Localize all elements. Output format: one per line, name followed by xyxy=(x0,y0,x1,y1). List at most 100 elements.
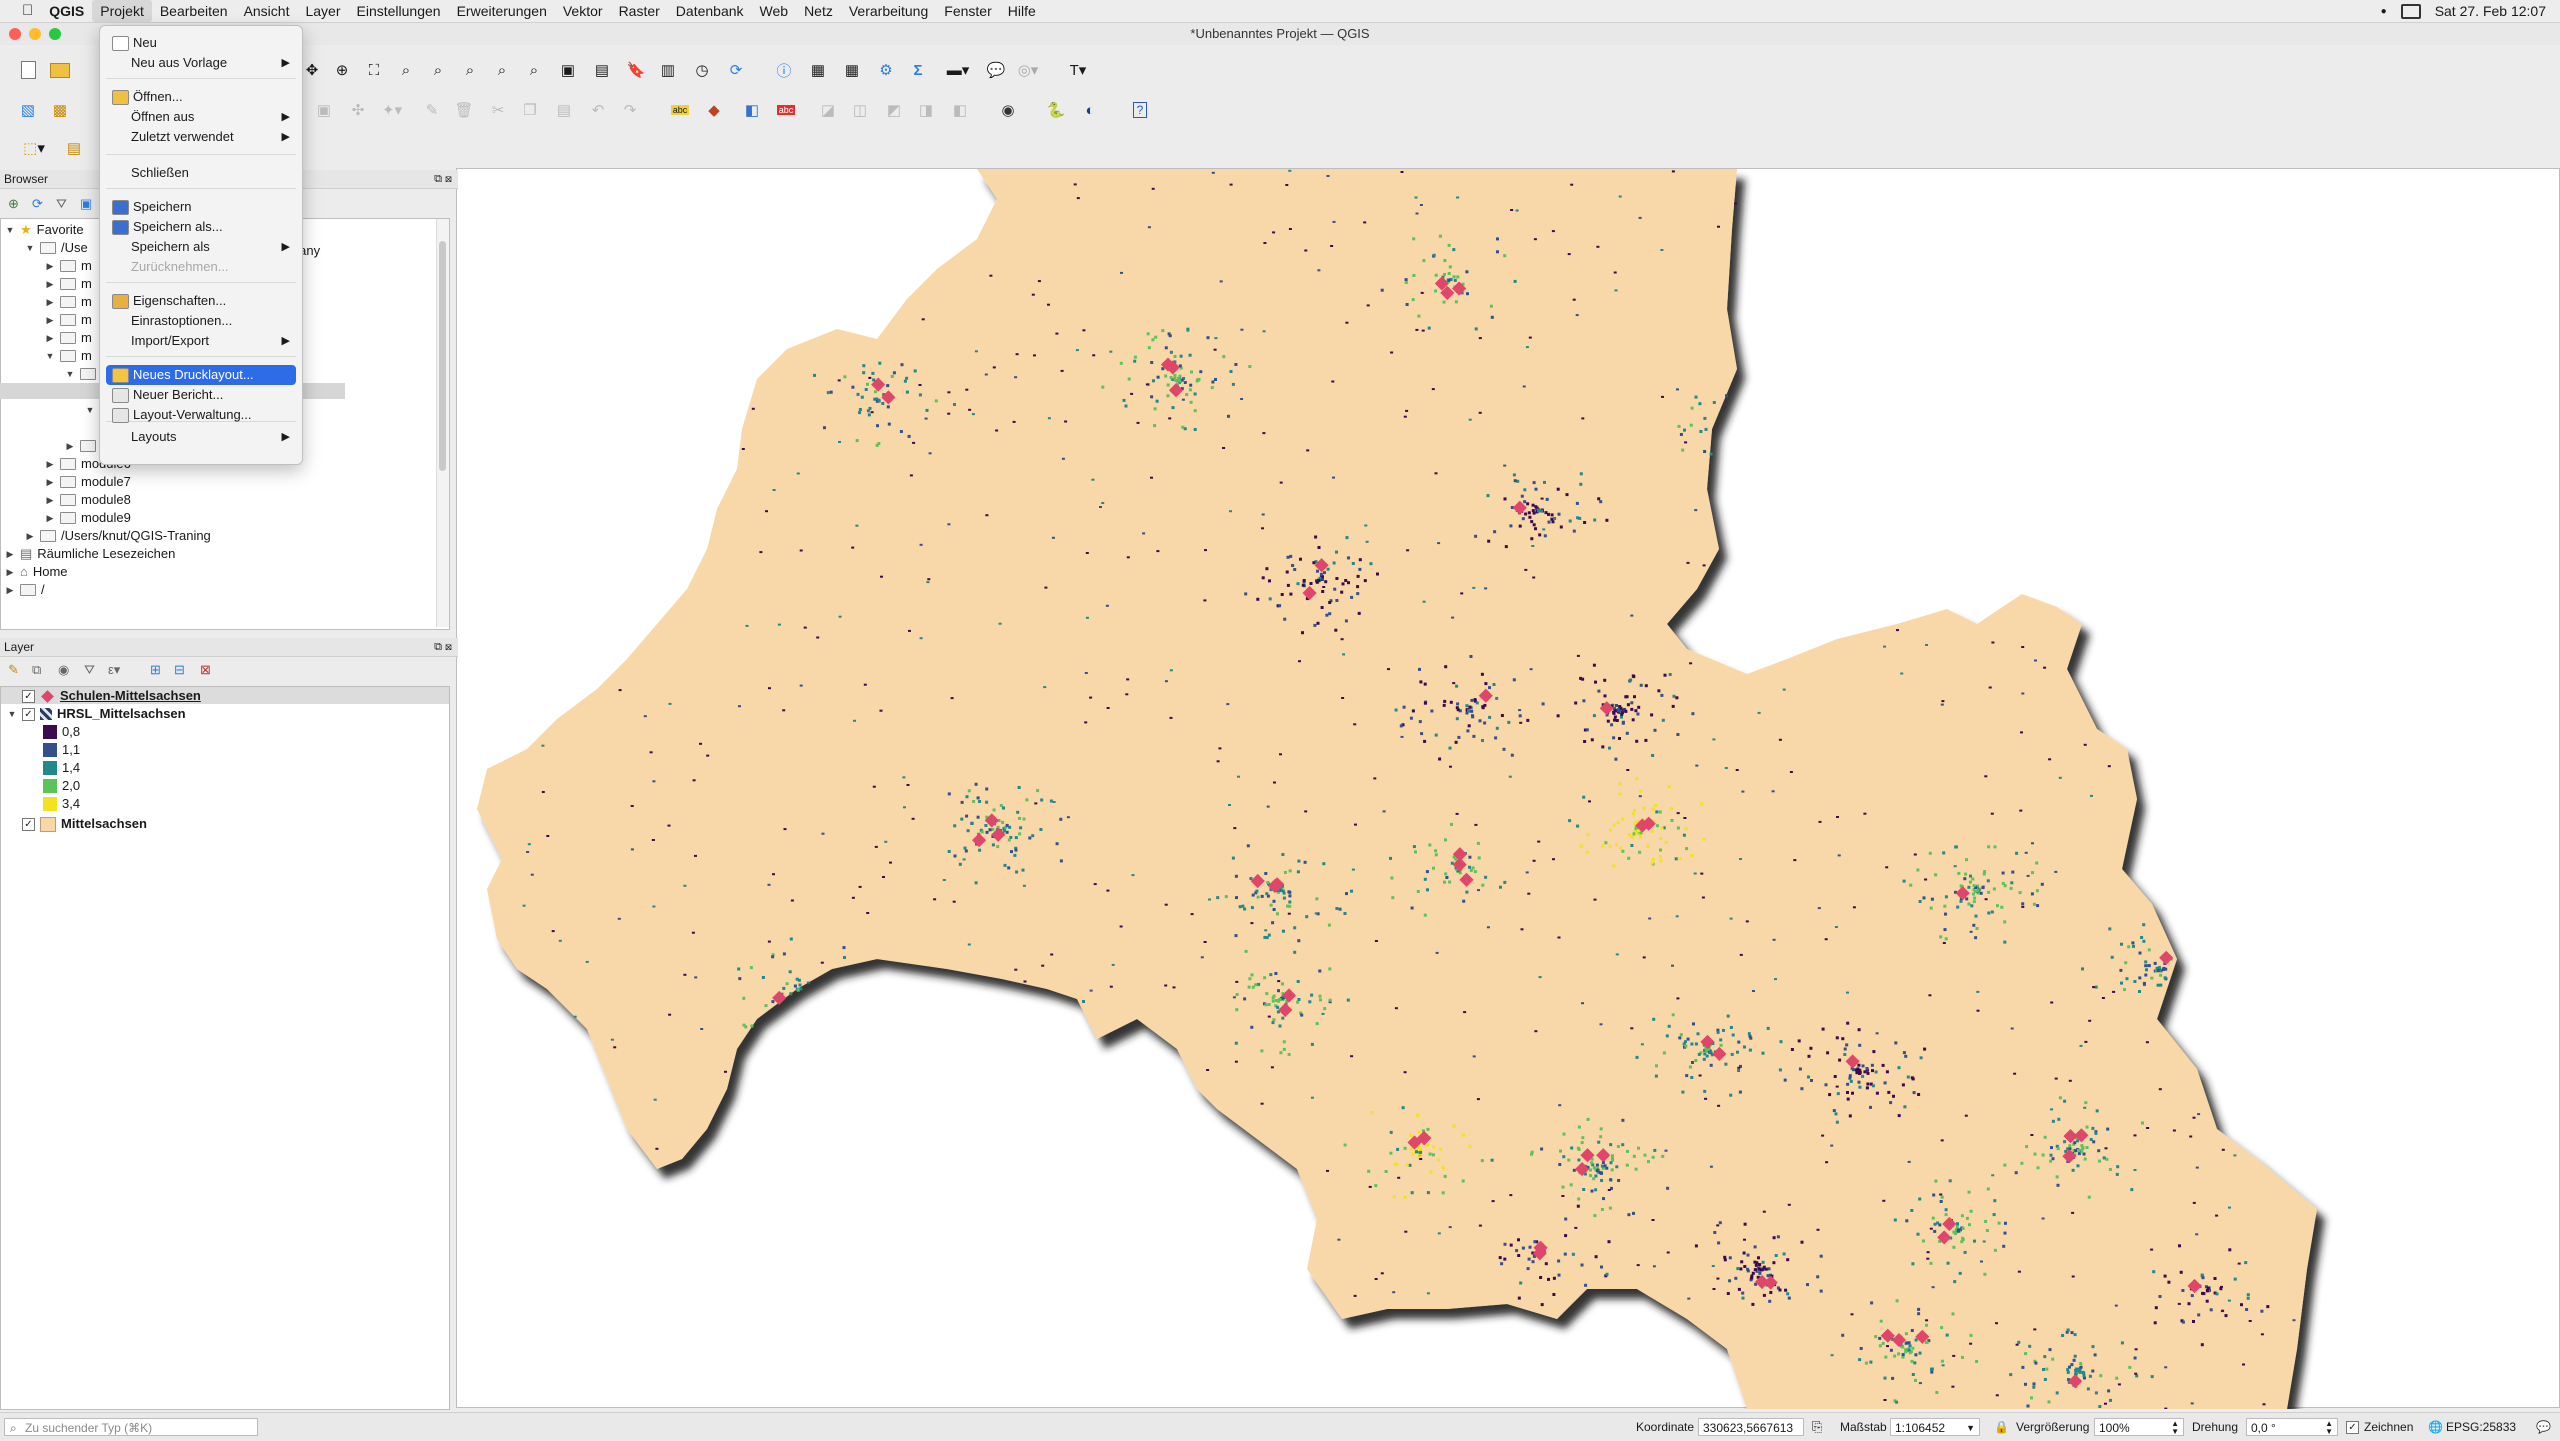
browser-row[interactable]: ▶ m xyxy=(45,257,92,275)
zoom-last-icon[interactable]: ⌕ xyxy=(490,58,514,82)
expand-arrow-icon[interactable]: ▶ xyxy=(45,329,55,347)
menu-bearbeiten[interactable]: Bearbeiten xyxy=(152,0,236,22)
locator-search-input[interactable]: ⌕ Zu suchender Typ (⌘K) xyxy=(4,1418,258,1436)
layer-row-hrsl[interactable]: ▼ ✓ HRSL_Mittelsachsen xyxy=(7,705,186,723)
new-3d-view-icon[interactable]: ▤ xyxy=(590,58,614,82)
scale-field[interactable]: 1:106452 ▼ xyxy=(1890,1418,1980,1436)
zoom-in-icon[interactable]: ⊕ xyxy=(330,58,354,82)
browser-row[interactable]: ▶ m xyxy=(45,293,92,311)
menu-item-schließen[interactable]: Schließen xyxy=(106,163,296,183)
collapse-arrow-icon[interactable]: ▼ xyxy=(85,401,95,419)
browser-row[interactable]: ▶ module7 xyxy=(45,473,131,491)
deselect-all-icon[interactable]: ▤ xyxy=(62,136,86,160)
python-console-icon[interactable]: 🐍 xyxy=(1044,98,1068,122)
diagram-move-icon[interactable]: ◩ xyxy=(882,98,906,122)
delete-selected-icon[interactable]: 🗑 xyxy=(452,98,476,122)
expand-arrow-icon[interactable]: ▶ xyxy=(45,293,55,311)
browser-scrollbar-thumb[interactable] xyxy=(439,241,446,471)
minimize-window-icon[interactable] xyxy=(29,28,41,40)
browser-row[interactable]: ▶ / xyxy=(5,581,45,599)
menu-verarbeitung[interactable]: Verarbeitung xyxy=(841,0,936,22)
browser-row[interactable]: ▶ m xyxy=(45,275,92,293)
layer-row-mittelsachsen[interactable]: ✓ Mittelsachsen xyxy=(7,815,147,833)
menu-item-eigenschaften[interactable]: Eigenschaften... xyxy=(106,291,296,311)
expand-arrow-icon[interactable]: ▶ xyxy=(5,581,15,599)
menu-item-neuer-bericht[interactable]: Neuer Bericht... xyxy=(106,385,296,405)
menu-erweiterungen[interactable]: Erweiterungen xyxy=(449,0,555,22)
expand-arrow-icon[interactable]: ▶ xyxy=(5,563,15,581)
expand-arrow-icon[interactable]: ▶ xyxy=(45,311,55,329)
expand-arrow-icon[interactable]: ▶ xyxy=(5,545,15,563)
browser-row[interactable]: ▼ xyxy=(65,365,101,383)
menu-item-layouts[interactable]: Layouts ▶ xyxy=(106,427,296,447)
label-tool-icon[interactable]: abc xyxy=(668,98,692,122)
label-toggle-icon[interactable]: ◧ xyxy=(948,98,972,122)
render-checkbox[interactable]: ✓ xyxy=(2346,1418,2359,1436)
display-icon[interactable] xyxy=(2400,3,2421,19)
magnifier-field[interactable]: 100% ▲ ▼ xyxy=(2094,1418,2184,1436)
menu-item-layout-verwaltung[interactable]: Layout-Verwaltung... xyxy=(106,405,296,425)
expand-arrow-icon[interactable]: ▶ xyxy=(45,257,55,275)
browser-row[interactable]: ▶ ▤ Räumliche Lesezeichen xyxy=(5,545,176,563)
browser-row[interactable]: ▶ m xyxy=(45,329,92,347)
vertex-tool-icon[interactable]: ✦▾ xyxy=(380,98,404,122)
filter-browser-icon[interactable]: ⛛ xyxy=(56,196,67,212)
browser-row[interactable]: ▶ ⌂ Home xyxy=(5,563,68,581)
add-group-icon[interactable]: ⧉ xyxy=(32,662,41,678)
gps-tracking-icon[interactable]: ◉ xyxy=(996,98,1020,122)
browser-row[interactable]: ▶ module9 xyxy=(45,509,131,527)
undo-icon[interactable]: ↶ xyxy=(586,98,610,122)
layer-row-schulen[interactable]: ✓ Schulen-Mittelsachsen xyxy=(7,687,201,705)
map-svg[interactable] xyxy=(457,169,2560,1410)
manage-themes-icon[interactable]: ◉ xyxy=(58,662,69,678)
menu-ansicht[interactable]: Ansicht xyxy=(236,0,298,22)
menu-vektor[interactable]: Vektor xyxy=(555,0,611,22)
coordinate-field[interactable]: 330623,5667613 xyxy=(1698,1418,1804,1436)
layer-styling-icon[interactable]: ✎ xyxy=(8,662,19,678)
layer-checkbox[interactable]: ✓ xyxy=(22,707,35,721)
expand-arrow-icon[interactable]: ▶ xyxy=(45,509,55,527)
temporal-controller-icon[interactable]: ◷ xyxy=(690,58,714,82)
browser-row[interactable]: ▼ m xyxy=(45,347,92,365)
globe-icon[interactable]: 🌐 xyxy=(2428,1418,2443,1436)
help-icon[interactable]: ? xyxy=(1128,98,1152,122)
callout-move-icon[interactable]: ◨ xyxy=(914,98,938,122)
measure-icon[interactable]: ▬▾ xyxy=(940,58,976,82)
collapse-arrow-icon[interactable]: ▼ xyxy=(5,221,15,239)
zoom-native-icon[interactable]: ⌕ xyxy=(458,58,482,82)
label-show-icon[interactable]: ◧ xyxy=(740,98,764,122)
menu-item-zuletzt-verwendet[interactable]: Zuletzt verwendet ▶ xyxy=(106,127,296,147)
field-calculator-icon[interactable]: ▦ xyxy=(840,58,864,82)
statistics-icon[interactable]: Σ xyxy=(906,58,930,82)
menu-layer[interactable]: Layer xyxy=(297,0,348,22)
lock-scale-icon[interactable]: 🔒 xyxy=(1994,1418,2009,1436)
new-map-view-icon[interactable]: ▣ xyxy=(556,58,580,82)
district-polygon[interactable] xyxy=(477,169,2317,1409)
browser-row[interactable]: ▶/Users/knut/QGIS-Traning xyxy=(25,527,211,545)
zoom-layer-icon[interactable]: ⌕ xyxy=(426,58,450,82)
redo-icon[interactable]: ↷ xyxy=(618,98,642,122)
collapse-arrow-icon[interactable]: ▼ xyxy=(25,239,35,257)
browser-row[interactable]: ▼/Use xyxy=(25,239,88,257)
collapse-all-icon[interactable]: ▣ xyxy=(80,196,92,212)
new-project-icon[interactable] xyxy=(16,58,40,82)
maximize-window-icon[interactable] xyxy=(49,28,61,40)
layer-checkbox[interactable]: ✓ xyxy=(22,689,35,703)
label-move-icon[interactable]: abc xyxy=(774,98,798,122)
status-dot-icon[interactable]: ● xyxy=(2381,6,2387,17)
menu-hilfe[interactable]: Hilfe xyxy=(1000,0,1044,22)
menu-item-einrastoptionen[interactable]: Einrastoptionen... xyxy=(106,311,296,331)
filter-legend-icon[interactable]: ⛛ xyxy=(84,662,95,678)
filter-expression-icon[interactable]: ε▾ xyxy=(108,662,120,678)
browser-scrollbar[interactable] xyxy=(436,219,449,627)
remove-layer-icon[interactable]: ⊠ xyxy=(200,662,211,678)
zoom-selection-icon[interactable]: ⌕ xyxy=(394,58,418,82)
label-pin-icon[interactable]: ◆ xyxy=(702,98,726,122)
apple-menu-icon[interactable]:  xyxy=(0,0,41,22)
menubar-clock[interactable]: Sat 27. Feb 12:07 xyxy=(2435,3,2546,19)
menu-fenster[interactable]: Fenster xyxy=(936,0,999,22)
browser-row[interactable]: ▼ xyxy=(85,401,100,419)
browser-row[interactable]: ▶ module8 xyxy=(45,491,131,509)
menu-datenbank[interactable]: Datenbank xyxy=(668,0,752,22)
zoom-next-icon[interactable]: ⌕ xyxy=(522,58,546,82)
